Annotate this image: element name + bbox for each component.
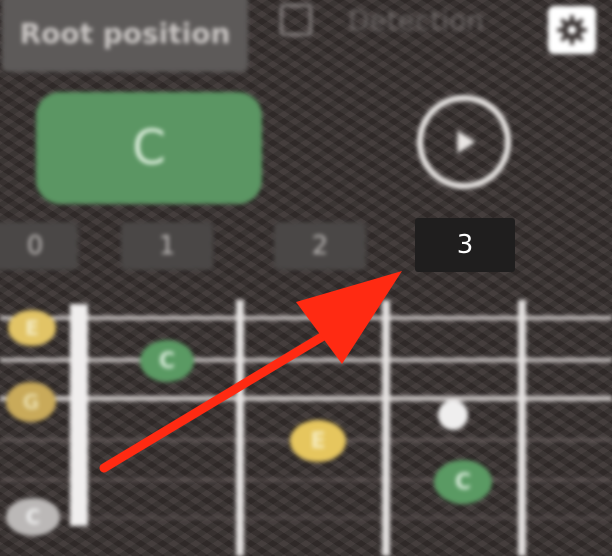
fretboard: E G C C E C — [0, 296, 612, 556]
note-marker[interactable] — [438, 400, 468, 430]
open-string-note[interactable]: G — [6, 382, 56, 422]
fret-wire-2 — [382, 300, 390, 556]
note-marker-label: E — [310, 428, 326, 454]
detection-label: Detection — [348, 4, 485, 37]
open-string-note-label: C — [25, 505, 41, 529]
fret-number-0[interactable]: 0 — [0, 222, 78, 270]
detection-checkbox[interactable] — [280, 4, 312, 36]
note-marker-label: C — [454, 469, 472, 495]
fret-wire-3 — [518, 300, 526, 556]
fret-wire-1 — [236, 300, 244, 556]
open-string-note[interactable]: C — [6, 498, 60, 536]
fretboard-nut — [70, 304, 88, 526]
note-marker-label: C — [158, 348, 176, 374]
settings-button[interactable] — [548, 6, 596, 54]
top-bar: Root position Detection — [0, 0, 612, 72]
root-position-label: Root position — [19, 16, 231, 50]
fret-number-1-label: 1 — [158, 231, 176, 261]
note-marker[interactable]: E — [290, 420, 346, 462]
fret-number-1[interactable]: 1 — [121, 222, 213, 270]
open-string-note-label: G — [22, 390, 40, 414]
open-string-note-label: E — [25, 316, 39, 340]
play-button[interactable] — [417, 95, 511, 189]
app-root: Root position Detection C 0 1 2 E G C C … — [0, 0, 612, 556]
fret-number-0-label: 0 — [26, 231, 44, 261]
note-marker[interactable]: C — [434, 460, 492, 504]
highlighted-fret-label: 3 — [456, 230, 474, 260]
note-marker[interactable]: C — [140, 340, 194, 382]
fret-number-2-label: 2 — [311, 231, 329, 261]
chord-label: C — [132, 120, 166, 176]
fret-number-3-highlighted[interactable]: 3 — [415, 218, 515, 272]
chord-button[interactable]: C — [36, 92, 262, 204]
play-icon — [457, 130, 476, 154]
fret-number-2[interactable]: 2 — [274, 222, 366, 270]
open-string-note[interactable]: E — [8, 310, 56, 346]
gear-icon — [557, 15, 587, 45]
root-position-button[interactable]: Root position — [2, 0, 248, 72]
